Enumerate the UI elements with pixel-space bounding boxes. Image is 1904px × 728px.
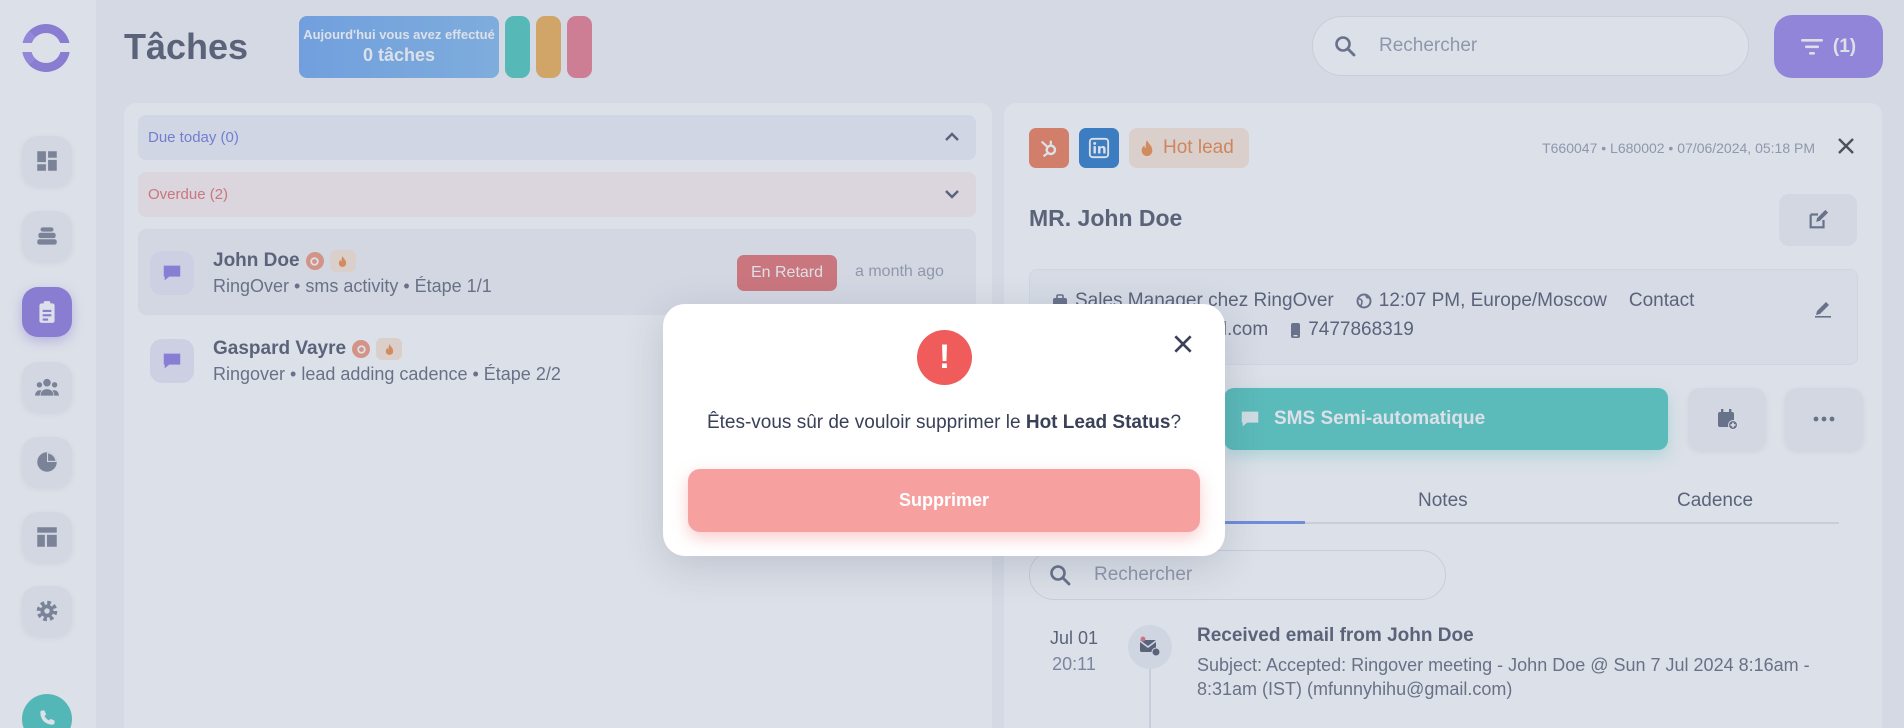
modal-text-bold: Hot Lead Status (1025, 412, 1171, 433)
confirm-delete-modal: ! Êtes-vous sûr de vouloir supprimer le … (663, 304, 1225, 556)
modal-message: Êtes-vous sûr de vouloir supprimer le Ho… (663, 412, 1225, 434)
modal-text-after: ? (1170, 412, 1182, 433)
modal-text-before: Êtes-vous sûr de vouloir supprimer le (706, 412, 1026, 433)
alert-icon: ! (917, 330, 972, 385)
delete-button[interactable]: Supprimer (688, 469, 1200, 532)
close-icon[interactable] (1172, 333, 1194, 355)
